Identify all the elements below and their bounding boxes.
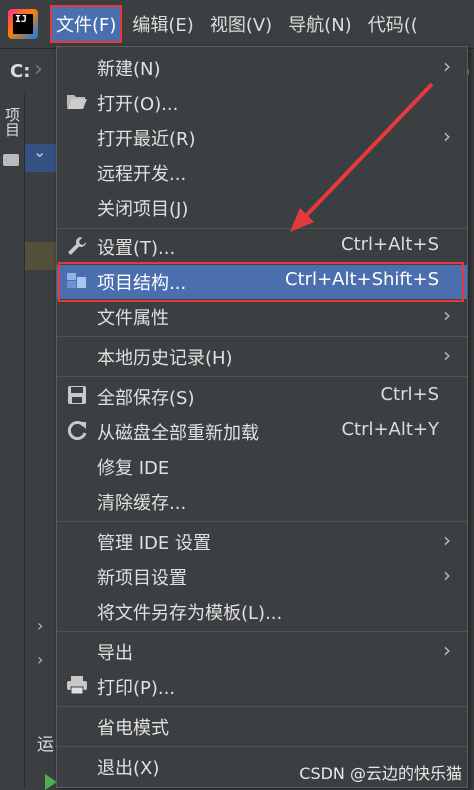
menu-code[interactable]: 代码(( [362,5,424,43]
menu-item-label: 新项目设置 [97,568,187,589]
chevron-right-icon: › [34,57,43,82]
project-structure-icon [65,270,89,294]
menu-separator [57,228,467,229]
chevron-right-icon: › [443,563,451,587]
menu-view[interactable]: 视图(V) [204,5,278,43]
menu-item-shortcut: Ctrl+Alt+S [341,234,439,255]
run-tab-label[interactable]: 运 [37,730,54,755]
menu-navigate[interactable]: 导航(N) [282,5,358,43]
menu-separator [57,336,467,337]
menu-item-label: 远程开发... [97,164,187,185]
menu-item-label: 关闭项目(J) [97,199,189,220]
menu-item-label: 本地历史记录(H) [97,348,233,369]
menu-item-label: 文件属性 [97,308,169,329]
left-tool-strip: 项目 [0,94,25,788]
menu-separator [57,706,467,707]
menu-item-label: 打开最近(R) [97,129,196,150]
menu-item-label: 退出(X) [97,758,160,779]
file-menu-dropdown: 新建(N) › 打开(O)... 打开最近(R) › 远程开发... 关闭项目(… [56,46,468,788]
menu-file[interactable]: 文件(F) [50,5,123,43]
chevron-right-icon: › [443,124,451,148]
menu-item-label: 管理 IDE 设置 [97,533,211,554]
menu-item-open[interactable]: 打开(O)... [57,86,467,120]
menu-bar: IJ 文件(F) 编辑(E) 视图(V) 导航(N) 代码(( [0,0,474,48]
menu-item-repair-ide[interactable]: 修复 IDE [57,450,467,484]
menu-item-local-history[interactable]: 本地历史记录(H) › [57,340,467,374]
menu-item-power-save-mode[interactable]: 省电模式 [57,710,467,744]
chevron-right-icon: › [443,343,451,367]
menu-item-label: 项目结构... [97,273,187,294]
menu-item-shortcut: Ctrl+S [380,384,439,405]
logo-text: IJ [13,14,33,34]
tab-project[interactable]: 项目 [0,102,24,142]
menu-item-save-as-template[interactable]: 将文件另存为模板(L)... [57,595,467,629]
menu-item-remote-dev[interactable]: 远程开发... [57,156,467,190]
menu-separator [57,631,467,632]
menu-item-project-structure[interactable]: 项目结构... Ctrl+Alt+Shift+S [57,265,467,299]
chevron-right-icon: › [443,303,451,327]
chevron-right-icon: › [443,54,451,78]
folder-icon [3,154,19,166]
reload-icon [65,420,89,444]
menu-item-file-properties[interactable]: 文件属性 › [57,300,467,334]
chevron-right-icon: › [443,528,451,552]
menu-item-new-project-settings[interactable]: 新项目设置 › [57,560,467,594]
chevron-right-icon: › [443,638,451,662]
menu-edit[interactable]: 编辑(E) [126,5,199,43]
menu-item-label: 新建(N) [97,59,161,80]
menu-item-label: 导出 [97,643,133,664]
chevron-right-icon[interactable]: › [37,616,43,635]
menu-item-close-project[interactable]: 关闭项目(J) [57,191,467,225]
menu-item-shortcut: Ctrl+Alt+Y [341,419,439,440]
menu-item-label: 打印(P)... [97,678,176,699]
menu-item-label: 清除缓存... [97,493,187,514]
menu-item-label: 省电模式 [97,718,169,739]
menu-item-reload-from-disk[interactable]: 从磁盘全部重新加载 Ctrl+Alt+Y [57,415,467,449]
menu-item-settings[interactable]: 设置(T)... Ctrl+Alt+S [57,230,467,264]
watermark: CSDN @云边的快乐猫 [299,764,462,783]
menu-item-invalidate-caches[interactable]: 清除缓存... [57,485,467,519]
breadcrumb-drive[interactable]: C: [10,61,30,82]
menu-item-print[interactable]: 打印(P)... [57,670,467,704]
menu-item-label: 将文件另存为模板(L)... [97,603,283,624]
menu-item-save-all[interactable]: 全部保存(S) Ctrl+S [57,380,467,414]
chevron-down-icon[interactable]: ⌄ [33,142,46,161]
menu-item-manage-ide-settings[interactable]: 管理 IDE 设置 › [57,525,467,559]
menu-item-open-recent[interactable]: 打开最近(R) › [57,121,467,155]
chevron-right-icon[interactable]: › [37,650,43,669]
menu-item-label: 设置(T)... [97,238,176,259]
menu-item-label: 全部保存(S) [97,388,195,409]
menu-item-export[interactable]: 导出 › [57,635,467,669]
menu-item-shortcut: Ctrl+Alt+Shift+S [285,269,439,290]
menu-item-label: 修复 IDE [97,458,170,479]
menu-item-label: 从磁盘全部重新加载 [97,423,259,444]
intellij-logo-icon: IJ [8,9,38,39]
wrench-icon [65,235,89,259]
printer-icon [65,675,89,699]
menu-separator [57,521,467,522]
save-icon [65,385,89,409]
menu-item-label: 打开(O)... [97,94,179,115]
menu-separator [57,376,467,377]
menu-item-new[interactable]: 新建(N) › [57,51,467,85]
menu-separator [57,746,467,747]
folder-open-icon [65,91,89,115]
